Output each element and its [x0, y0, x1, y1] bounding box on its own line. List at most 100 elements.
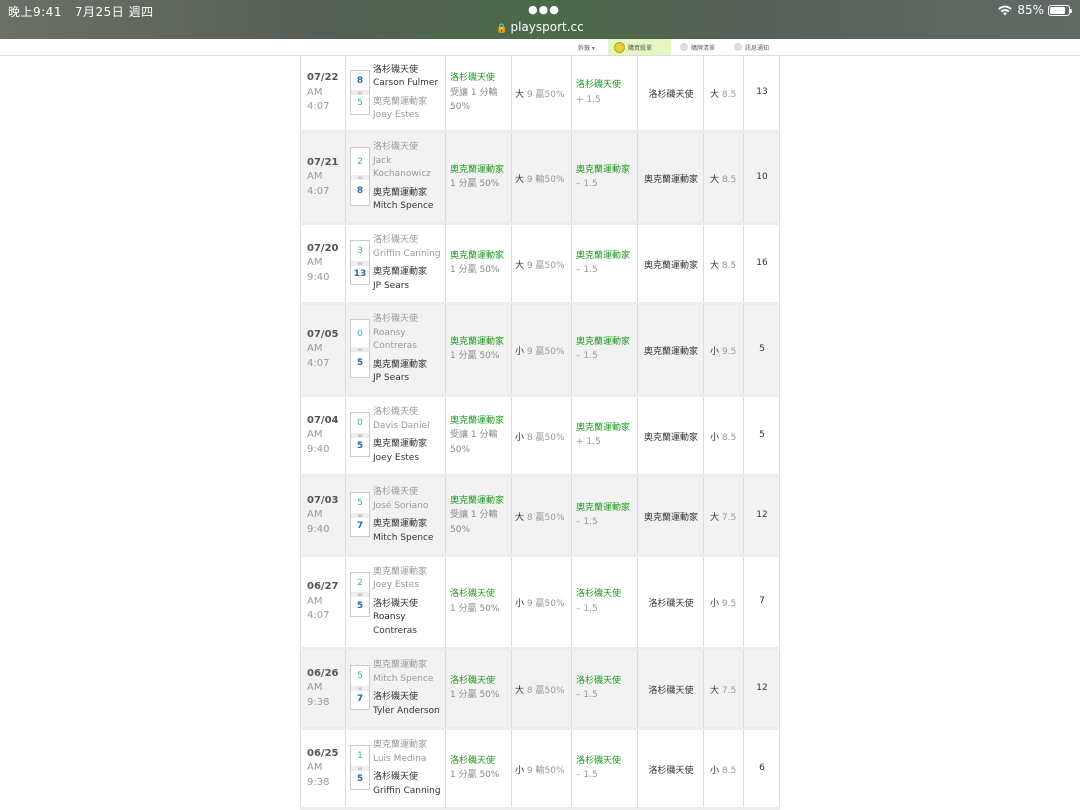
pick-team: 洛杉磯天使: [576, 80, 622, 90]
total-cell: 5: [744, 305, 780, 394]
table-row[interactable]: 07/21 AM 4:07 2 vs 8 洛杉磯天使 Jack Kochanow…: [300, 133, 780, 225]
handicap-team: 洛杉磯天使: [450, 755, 496, 766]
handicap-result: 1 分贏 50%: [450, 351, 500, 361]
matchup-cell: 3 vs 13 洛杉磯天使 Griffin Canning 奧克蘭運動家 JP …: [346, 225, 446, 302]
score-box: 5 vs 7: [350, 492, 370, 537]
game-date: 07/20: [307, 242, 339, 254]
over-under-cell: 小 9 贏50%: [512, 557, 572, 647]
total-runs: 13: [756, 87, 768, 97]
table-row[interactable]: 06/25 AM 9:38 1 vs 5 奧克蘭運動家 Luis Medina …: [300, 730, 780, 810]
ou-result: 贏50%: [535, 512, 565, 523]
ou-result-cell: 大 8.5: [704, 133, 744, 222]
away-pitcher: Roansy Contreras: [373, 327, 417, 352]
away-team-name: 洛杉磯天使: [373, 64, 419, 75]
handicap-team: 奧克蘭運動家: [450, 336, 505, 347]
ou-line: 9: [526, 765, 533, 776]
over-under-cell: 大 8 贏50%: [512, 477, 572, 554]
away-team[interactable]: 洛杉磯天使 Jack Kochanowicz: [373, 141, 447, 182]
more-dots-icon[interactable]: ●●●: [528, 3, 560, 16]
home-team[interactable]: 奧克蘭運動家 JP Sears: [373, 266, 447, 293]
table-row[interactable]: 07/04 AM 9:40 0 vs 5 洛杉磯天使 Davis Daniel …: [300, 397, 780, 477]
away-score: 5: [357, 498, 363, 509]
home-team[interactable]: 奧克蘭運動家 Joey Estes: [373, 438, 447, 465]
vs-label: vs: [351, 346, 369, 352]
away-team[interactable]: 奧克蘭運動家 Luis Medina: [373, 739, 447, 766]
away-score: 8: [356, 75, 364, 86]
table-row[interactable]: 07/20 AM 9:40 3 vs 13 洛杉磯天使 Griffin Cann…: [300, 225, 780, 305]
battery-percent: 85%: [1017, 3, 1044, 17]
matchup-cell: 1 vs 5 奧克蘭運動家 Luis Medina 洛杉磯天使 Griffin …: [346, 730, 446, 807]
pick-line: – 1.5: [576, 517, 598, 527]
away-pitcher: Carson Fulmer: [373, 78, 439, 88]
ou2-line: 8.5: [721, 432, 737, 443]
ou-side: 小: [515, 346, 525, 357]
vs-label: vs: [351, 260, 369, 266]
status-right: 85%: [997, 3, 1072, 17]
game-time: 4:07: [307, 185, 330, 197]
home-team[interactable]: 奧克蘭運動家 JP Sears: [373, 359, 447, 386]
away-team-name: 洛杉磯天使: [373, 142, 419, 153]
score-box: 2 vs 5: [350, 571, 370, 617]
nav-item-3[interactable]: 訊息通知: [728, 39, 775, 55]
nav-item-1[interactable]: 購買殺單: [608, 39, 671, 55]
away-team[interactable]: 洛杉磯天使 Davis Daniel: [373, 406, 447, 433]
ou-result-cell: 大 8.5: [704, 225, 744, 302]
away-team[interactable]: 洛杉磯天使 Griffin Canning: [373, 234, 447, 261]
winner-cell: 洛杉磯天使: [638, 730, 704, 807]
score-box: 0 vs 5: [350, 412, 370, 457]
vs-label: vs: [351, 432, 369, 438]
away-team-name: 奧克蘭運動家: [373, 740, 428, 750]
table-row[interactable]: 07/22 AM 4:07 8 vs 5 洛杉磯天使 Carson Fulmer…: [300, 56, 780, 133]
away-score: 0: [357, 418, 363, 429]
pick-team: 洛杉磯天使: [576, 675, 622, 686]
nav-item-2[interactable]: 購牌清單: [674, 39, 721, 55]
handicap-cell: 奧克蘭運動家 受讓 1 分輸 50%: [446, 397, 512, 474]
ou-side: 大: [515, 174, 525, 185]
home-team[interactable]: 奧克蘭運動家 Mitch Spence: [373, 187, 447, 214]
address-bar[interactable]: 🔒 playsport.cc: [0, 20, 1080, 34]
winner-cell: 奧克蘭運動家: [638, 397, 704, 474]
table-row[interactable]: 06/26 AM 9:38 5 vs 7 奧克蘭運動家 Mitch Spence…: [300, 650, 780, 730]
home-team[interactable]: 洛杉磯天使 Tyler Anderson: [373, 691, 447, 718]
home-team[interactable]: 洛杉磯天使 Griffin Canning: [373, 771, 447, 798]
game-time: 9:40: [307, 523, 330, 535]
home-team[interactable]: 洛杉磯天使 Roansy Contreras: [373, 598, 447, 639]
pick-cell: 奧克蘭運動家 + 1.5: [572, 397, 638, 474]
table-row[interactable]: 06/27 AM 4:07 2 vs 5 奧克蘭運動家 Joey Estes 洛…: [300, 557, 780, 650]
home-team[interactable]: 奧克蘭運動家 Mitch Spence: [373, 518, 447, 545]
pick-cell: 洛杉磯天使 + 1.5: [572, 56, 638, 130]
nav-item-0[interactable]: 幹籤 ▾: [572, 39, 601, 55]
away-team[interactable]: 奧克蘭運動家 Mitch Spence: [373, 659, 447, 686]
away-team-name: 洛杉磯天使: [373, 407, 419, 417]
total-runs: 10: [756, 171, 768, 182]
game-time: 9:40: [307, 271, 330, 283]
url-text: playsport.cc: [510, 20, 584, 34]
away-team[interactable]: 奧克蘭運動家 Joey Estes: [373, 566, 447, 593]
table-row[interactable]: 07/03 AM 9:40 5 vs 7 洛杉磯天使 José Soriano …: [300, 477, 780, 557]
home-team[interactable]: 奧克蘭運動家 Joey Estes: [373, 96, 447, 123]
total-runs: 16: [756, 257, 768, 268]
total-runs: 12: [756, 682, 768, 693]
date-cell: 07/20 AM 9:40: [300, 225, 346, 302]
ou-result-cell: 大 7.5: [704, 477, 744, 554]
ou-side: 大: [515, 685, 525, 696]
home-pitcher: Tyler Anderson: [373, 705, 440, 716]
matchup-cell: 0 vs 5 洛杉磯天使 Roansy Contreras 奧克蘭運動家 JP …: [346, 305, 446, 394]
table-row[interactable]: 07/05 AM 4:07 0 vs 5 洛杉磯天使 Roansy Contre…: [300, 305, 780, 397]
winner-team: 奧克蘭運動家: [643, 432, 698, 443]
ou2-side: 大: [710, 685, 720, 696]
ou2-line: 9.5: [721, 346, 737, 357]
total-runs: 12: [756, 509, 768, 520]
ou2-line: 8.5: [721, 90, 737, 100]
home-team-name: 奧克蘭運動家: [373, 187, 428, 198]
total-runs: 5: [759, 429, 765, 440]
away-team[interactable]: 洛杉磯天使 Carson Fulmer: [373, 64, 447, 91]
game-date: 07/05: [307, 328, 339, 340]
handicap-team: 洛杉磯天使: [450, 73, 496, 83]
handicap-result: 受讓 1 分輸 50%: [450, 87, 498, 113]
ios-status-bar: 晚上9:41 7月25日 週四 ●●● 🔒 playsport.cc 85%: [0, 0, 1080, 39]
away-team[interactable]: 洛杉磯天使 José Soriano: [373, 486, 447, 513]
game-ampm: AM: [307, 343, 323, 354]
away-team[interactable]: 洛杉磯天使 Roansy Contreras: [373, 313, 447, 354]
ou-result: 輸50%: [535, 765, 565, 776]
